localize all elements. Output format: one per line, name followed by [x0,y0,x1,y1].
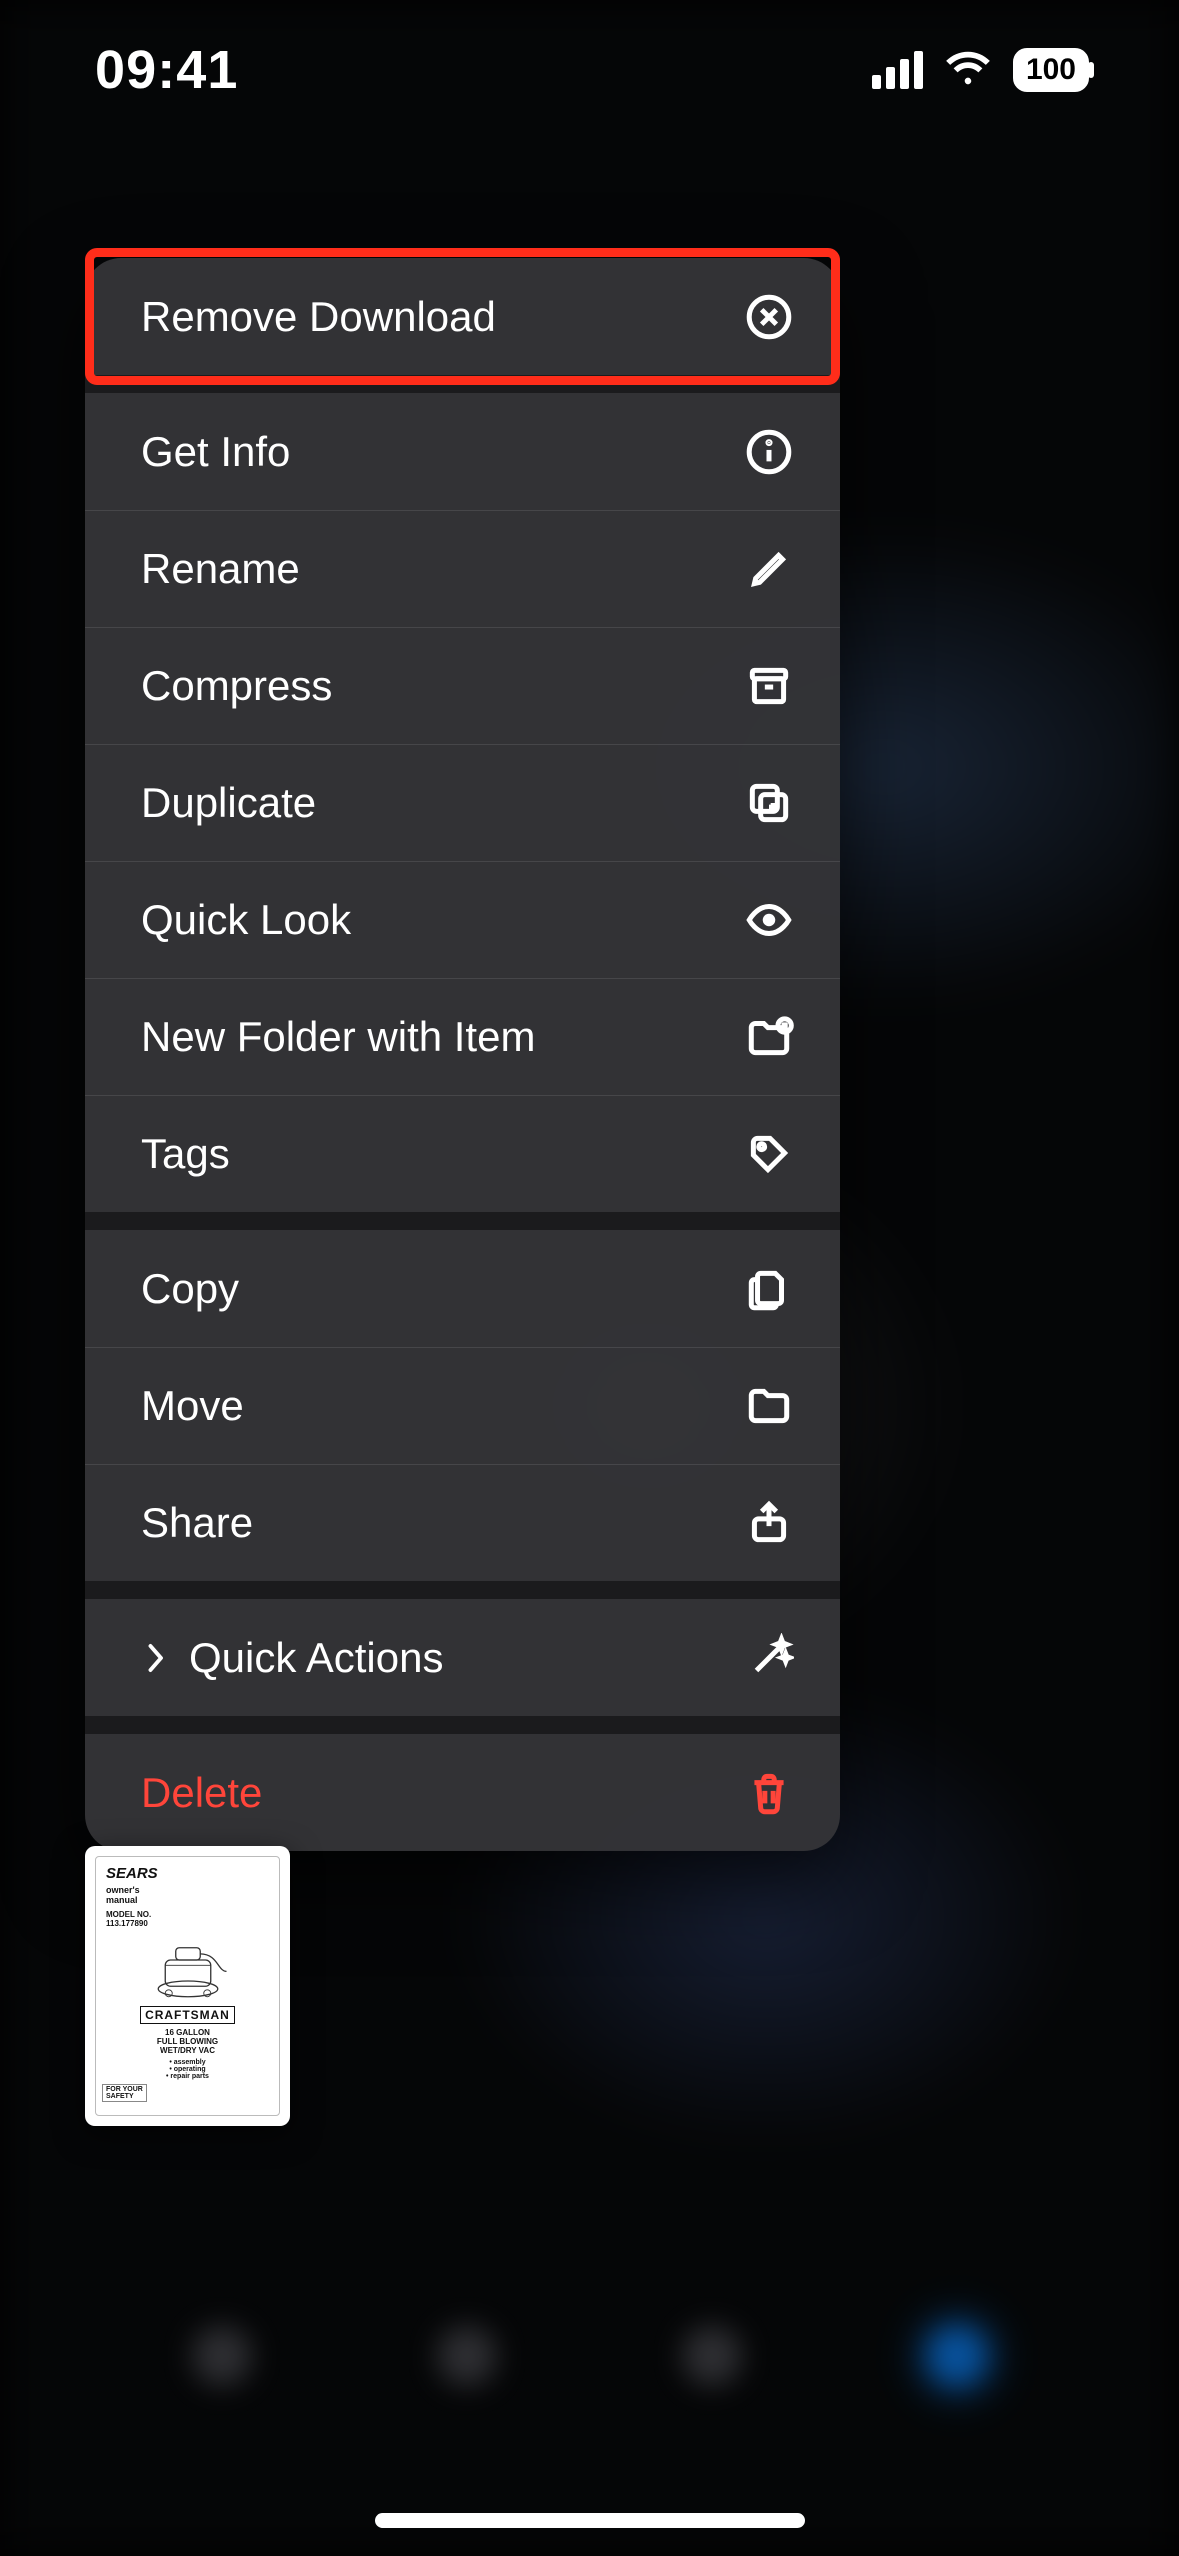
thumb-brand-top: SEARS [102,1865,158,1882]
thumb-desc: 16 GALLON FULL BLOWING WET/DRY VAC [157,2028,218,2056]
menu-item-label: Compress [141,662,332,710]
copy-icon [744,1264,794,1314]
menu-item-label: Delete [141,1769,262,1817]
menu-item-label: Copy [141,1265,239,1313]
menu-group: Get Info Rename Compress Duplicate Quick… [85,393,840,1212]
context-menu: Remove Download Get Info Rename Compress [85,258,840,1851]
folder-icon [744,1381,794,1431]
pencil-icon [744,544,794,594]
menu-item-label: Duplicate [141,779,316,827]
menu-item-get-info[interactable]: Get Info [85,393,840,510]
thumb-owner-line: owner's manual [102,1886,140,1906]
menu-item-label: Share [141,1499,253,1547]
thumb-brand: CRAFTSMAN [140,2006,235,2024]
menu-item-label: Move [141,1382,244,1430]
folder-plus-icon [744,1012,794,1062]
menu-item-compress[interactable]: Compress [85,627,840,744]
menu-item-duplicate[interactable]: Duplicate [85,744,840,861]
status-indicators: 100 [872,48,1089,92]
trash-icon [744,1768,794,1818]
x-circle-icon [744,292,794,342]
wand-icon [744,1633,794,1683]
menu-separator [85,1581,840,1599]
cellular-signal-icon [872,51,923,89]
info-circle-icon [744,427,794,477]
menu-group: Remove Download [85,258,840,375]
menu-item-share[interactable]: Share [85,1464,840,1581]
menu-item-rename[interactable]: Rename [85,510,840,627]
menu-separator [85,375,840,393]
menu-item-label: Get Info [141,428,290,476]
menu-item-quick-look[interactable]: Quick Look [85,861,840,978]
menu-group: Quick Actions [85,1599,840,1716]
tag-icon [744,1129,794,1179]
menu-separator [85,1212,840,1230]
menu-item-remove-download[interactable]: Remove Download [85,258,840,375]
menu-item-quick-actions[interactable]: Quick Actions [85,1599,840,1716]
wifi-icon [945,50,991,91]
file-thumbnail[interactable]: SEARS owner's manual MODEL NO.113.177890… [85,1846,290,2126]
menu-item-copy[interactable]: Copy [85,1230,840,1347]
menu-item-delete[interactable]: Delete [85,1734,840,1851]
menu-item-label: Quick Actions [189,1634,724,1682]
battery-level: 100 [1026,53,1076,87]
menu-item-move[interactable]: Move [85,1347,840,1464]
home-indicator[interactable] [375,2513,805,2528]
archive-icon [744,661,794,711]
share-icon [744,1498,794,1548]
menu-separator [85,1716,840,1734]
status-time: 09:41 [95,39,239,101]
vacuum-illustration-icon [143,1932,233,2002]
thumb-list: • assembly • operating • repair parts [166,2059,209,2080]
menu-item-tags[interactable]: Tags [85,1095,840,1212]
chevron-right-icon [141,1643,169,1673]
menu-item-new-folder-with-item[interactable]: New Folder with Item [85,978,840,1095]
thumb-model: MODEL NO.113.177890 [102,1910,151,1928]
tab-bar-blurred [0,2326,1179,2386]
menu-item-label: New Folder with Item [141,1013,535,1061]
thumb-safety: FOR YOUR SAFETY [102,2084,147,2102]
menu-item-label: Rename [141,545,300,593]
duplicate-icon [744,778,794,828]
menu-group: Delete [85,1734,840,1851]
eye-icon [744,895,794,945]
battery-indicator: 100 [1013,48,1089,92]
menu-group: Copy Move Share [85,1230,840,1581]
status-bar: 09:41 100 [0,0,1179,140]
menu-item-label: Remove Download [141,293,496,341]
thumbnail-content: SEARS owner's manual MODEL NO.113.177890… [95,1856,280,2116]
menu-item-label: Quick Look [141,896,351,944]
menu-item-label: Tags [141,1130,230,1178]
